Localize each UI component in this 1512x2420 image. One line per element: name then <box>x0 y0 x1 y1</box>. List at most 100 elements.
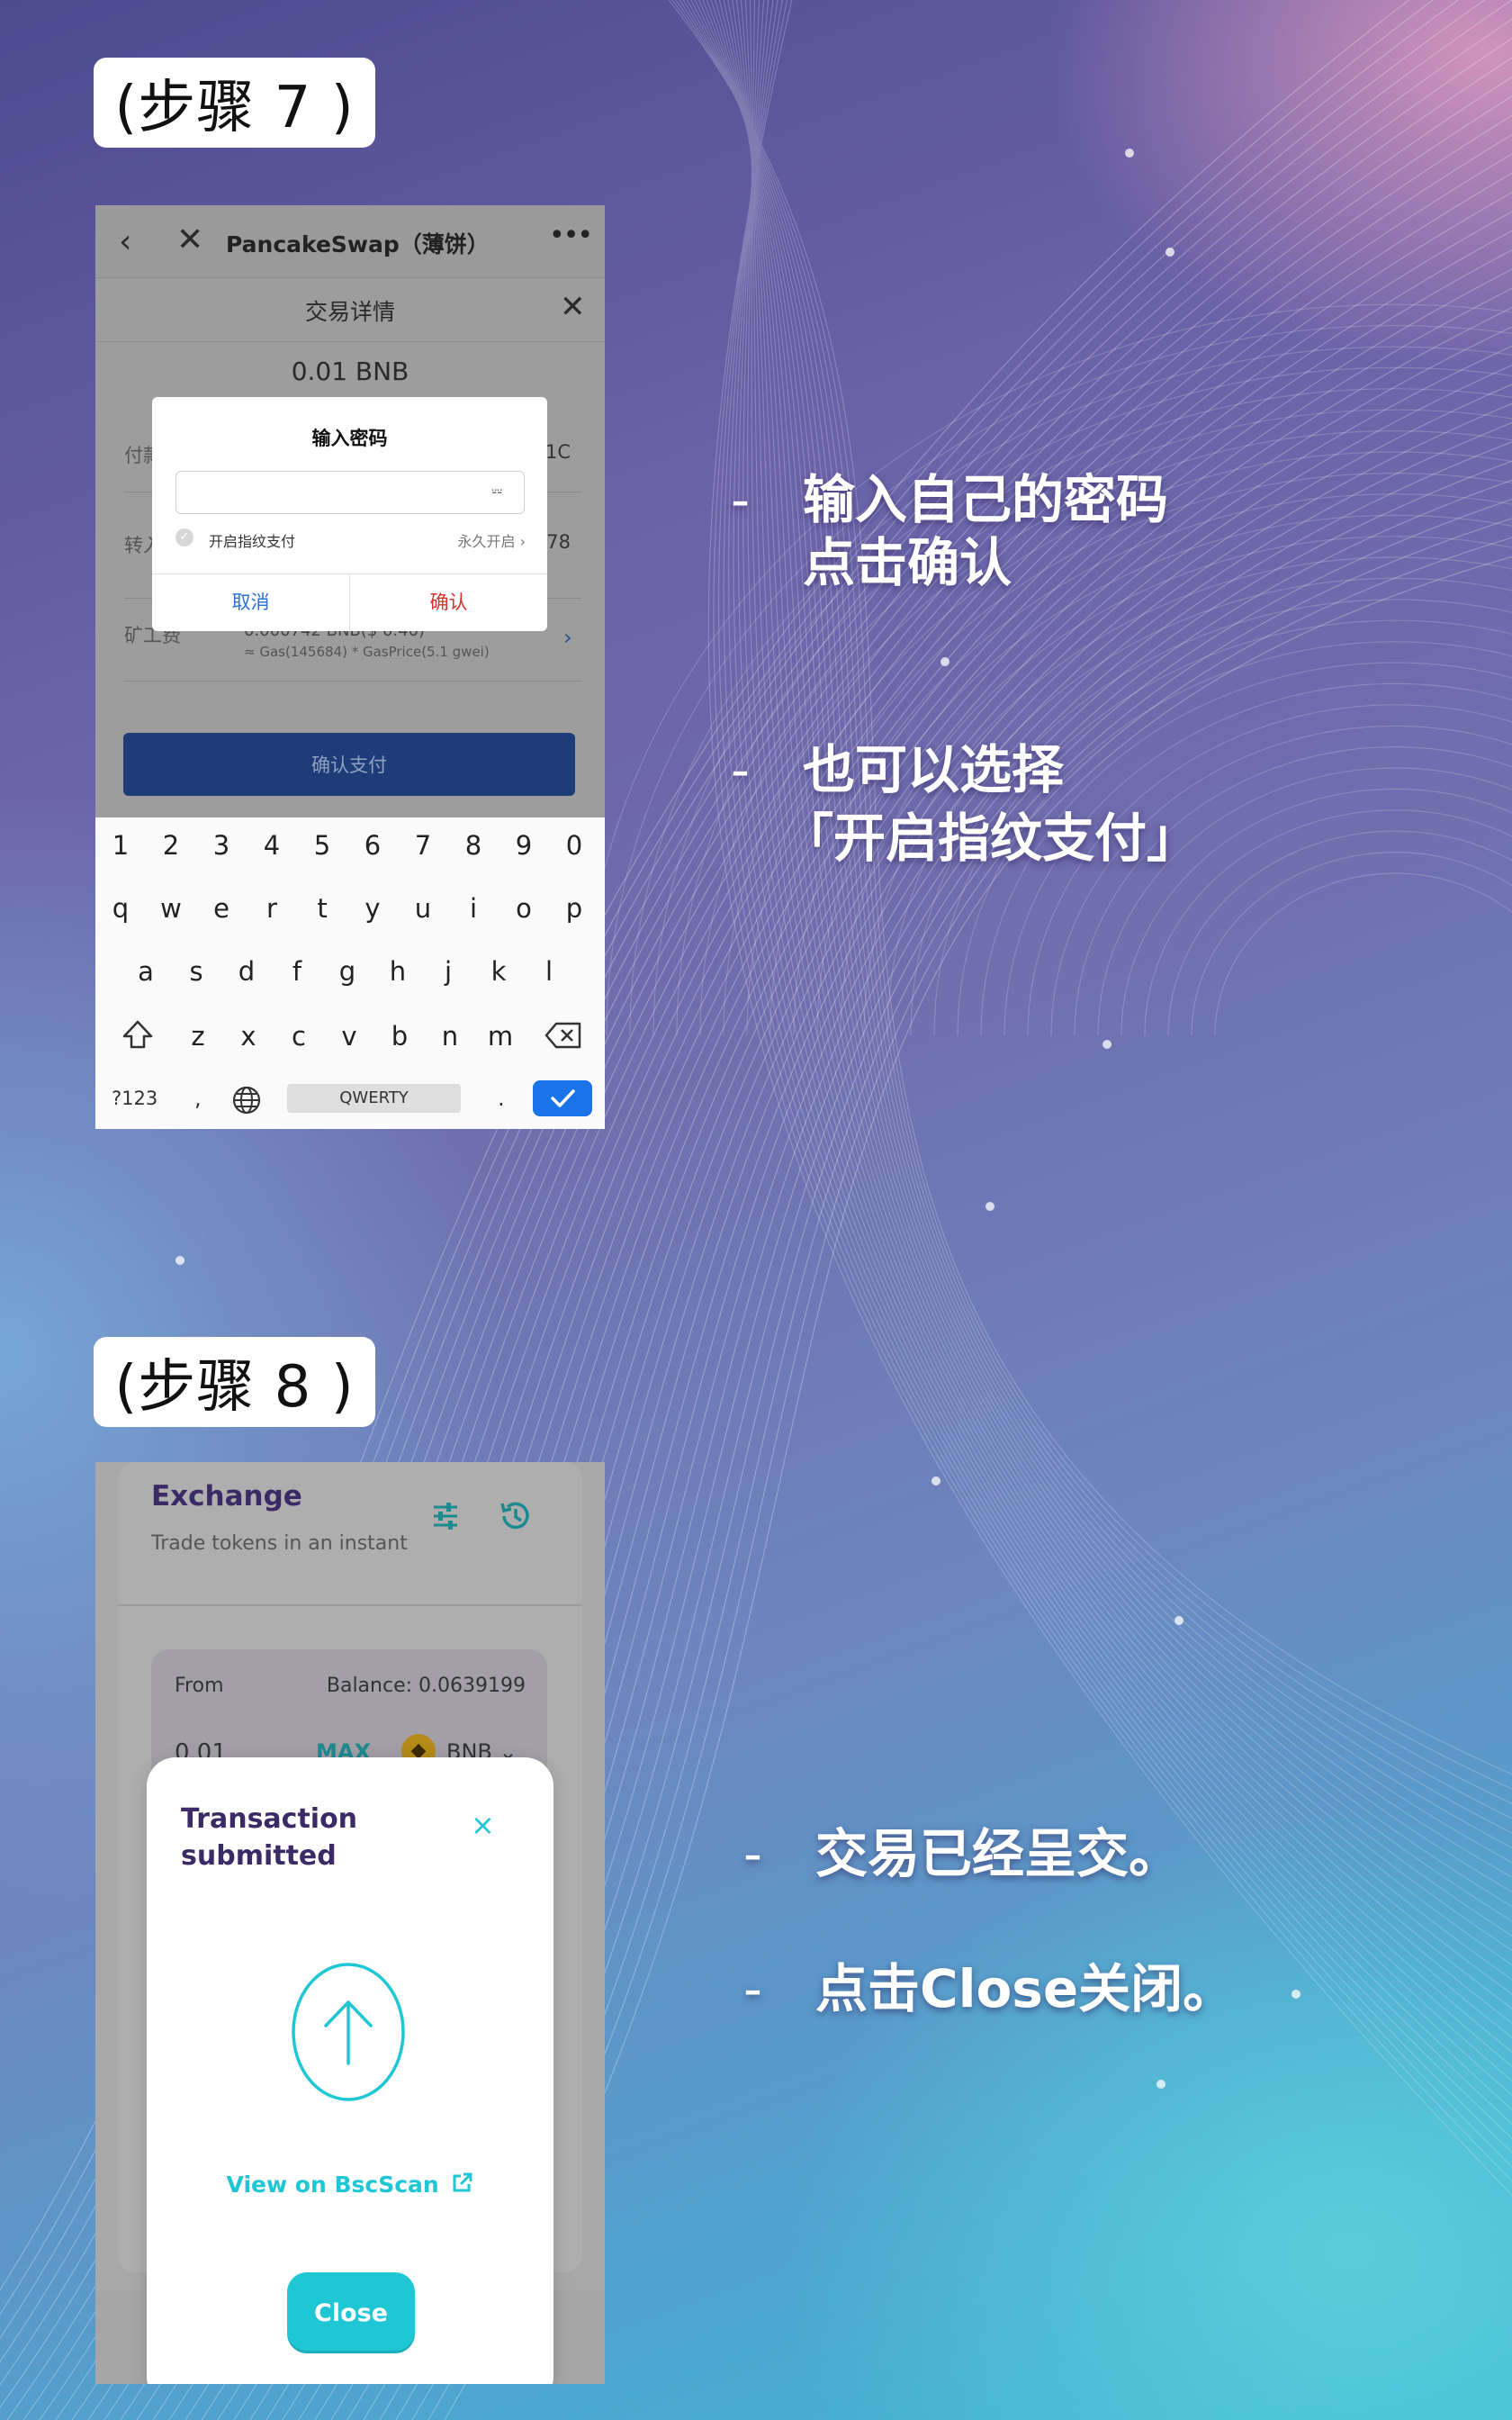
row-value-recipient: 78 <box>546 531 571 553</box>
soft-keyboard: 1234567890 qwertyuiop asdfghjkl zxcvbnm … <box>95 817 605 1129</box>
transaction-details-sheet: ‹ ✕ PancakeSwap（薄饼） ••• 交易详情 ✕ 0.01 BNB … <box>95 205 605 817</box>
modal-title: Transaction submitted <box>181 1803 358 1872</box>
transaction-submitted-modal: Transaction submitted × View on BscScan … <box>147 1757 554 2384</box>
key-s[interactable]: s <box>171 956 221 987</box>
checkmark-icon[interactable]: ✓ <box>176 528 194 546</box>
bullet-dash: - <box>743 1958 762 2019</box>
gas-fee-detail: ≈ Gas(145684) * GasPrice(5.1 gwei) <box>244 644 490 660</box>
back-icon[interactable]: ‹ <box>119 223 131 260</box>
key-o[interactable]: o <box>499 893 549 924</box>
key-j[interactable]: j <box>423 956 473 987</box>
transfer-amount: 0.01 BNB <box>291 357 410 386</box>
symbols-key[interactable]: ?123 <box>112 1088 158 1109</box>
key-u[interactable]: u <box>398 893 448 924</box>
globe-icon[interactable] <box>230 1084 263 1116</box>
key-e[interactable]: e <box>196 893 247 924</box>
sheet-close-icon[interactable]: ✕ <box>560 289 586 325</box>
step-7-label: (步骤 7 ) <box>94 58 375 148</box>
step-8-bullet-2: - 点击Close关闭。 <box>743 1955 1373 2027</box>
key-l[interactable]: l <box>524 956 574 987</box>
key-q[interactable]: q <box>95 893 146 924</box>
key-i[interactable]: i <box>448 893 499 924</box>
checkmark-icon <box>551 1089 575 1107</box>
period-key[interactable]: . <box>498 1086 505 1111</box>
shift-icon[interactable] <box>121 1019 155 1050</box>
close-icon[interactable]: ✕ <box>176 221 203 258</box>
key-0[interactable]: 0 <box>549 830 599 861</box>
key-r[interactable]: r <box>247 893 297 924</box>
hide-password-icon[interactable]: ⸚⸚ <box>491 481 502 502</box>
key-6[interactable]: 6 <box>347 830 398 861</box>
step-7-bullet-2: - 也可以选择 「开启指纹支付」 <box>731 736 1361 880</box>
confirm-pay-button[interactable]: 确认支付 <box>123 733 575 796</box>
chevron-right-icon[interactable]: › <box>563 625 572 650</box>
bullet-line: 输入自己的密码 <box>803 469 1169 530</box>
key-7[interactable]: 7 <box>398 830 448 861</box>
bullet-dash: - <box>731 739 750 800</box>
key-g[interactable]: g <box>322 956 373 987</box>
chevron-right-icon: › <box>519 533 526 550</box>
key-c[interactable]: c <box>274 1021 324 1052</box>
external-link-icon <box>453 2172 472 2192</box>
step-7-bullet-1: - 输入自己的密码 点击确认 <box>731 466 1361 610</box>
exchange-subtitle: Trade tokens in an instant <box>151 1532 408 1555</box>
key-2[interactable]: 2 <box>146 830 196 861</box>
close-icon[interactable]: × <box>471 1808 495 1842</box>
key-v[interactable]: v <box>324 1021 374 1052</box>
comma-key[interactable]: , <box>194 1086 202 1111</box>
bullet-line: 点击确认 <box>803 532 1012 593</box>
bullet-text: 点击Close关闭。 <box>815 1958 1236 2019</box>
key-y[interactable]: y <box>347 893 398 924</box>
key-w[interactable]: w <box>146 893 196 924</box>
arrow-up-circle-icon <box>292 1963 405 2101</box>
bullet-dash: - <box>743 1823 762 1884</box>
row-value-payer: 1C <box>544 441 571 463</box>
key-1[interactable]: 1 <box>95 830 146 861</box>
key-4[interactable]: 4 <box>247 830 297 861</box>
cancel-button[interactable]: 取消 <box>152 573 349 631</box>
space-key[interactable]: QWERTY <box>287 1084 461 1113</box>
key-5[interactable]: 5 <box>297 830 347 861</box>
close-button[interactable]: Close <box>287 2272 415 2353</box>
exchange-title: Exchange <box>151 1480 302 1512</box>
view-on-bscscan-link[interactable]: View on BscScan <box>147 2172 554 2198</box>
key-n[interactable]: n <box>425 1021 475 1052</box>
key-b[interactable]: b <box>374 1021 425 1052</box>
settings-sliders-icon[interactable] <box>430 1500 461 1532</box>
password-dialog: 输入密码 ⸚⸚ ✓ 开启指纹支付 永久开启 › 取消 确认 <box>152 397 547 631</box>
bullet-line: 也可以选择 <box>803 739 1065 800</box>
sheet-title: 交易详情 <box>304 299 395 325</box>
key-f[interactable]: f <box>272 956 322 987</box>
from-label: From <box>175 1675 224 1697</box>
app-nav-bar: ‹ ✕ PancakeSwap（薄饼） ••• <box>95 205 605 277</box>
key-t[interactable]: t <box>297 893 347 924</box>
key-8[interactable]: 8 <box>448 830 499 861</box>
history-icon[interactable] <box>497 1498 533 1534</box>
key-a[interactable]: a <box>121 956 171 987</box>
fingerprint-enable-link[interactable]: 永久开启 › <box>457 529 526 551</box>
key-9[interactable]: 9 <box>499 830 549 861</box>
nav-title: PancakeSwap（薄饼） <box>226 231 490 257</box>
more-icon[interactable]: ••• <box>549 220 593 251</box>
enter-key[interactable] <box>533 1080 592 1116</box>
backspace-icon[interactable] <box>544 1021 583 1050</box>
key-z[interactable]: z <box>173 1021 223 1052</box>
balance-text: Balance: 0.0639199 <box>326 1675 526 1697</box>
key-h[interactable]: h <box>373 956 423 987</box>
key-k[interactable]: k <box>473 956 524 987</box>
step-8-bullet-1: - 交易已经呈交。 <box>743 1820 1373 1892</box>
divider <box>118 1604 582 1606</box>
password-input[interactable]: ⸚⸚ <box>176 471 525 514</box>
confirm-button[interactable]: 确认 <box>350 573 547 631</box>
key-p[interactable]: p <box>549 893 599 924</box>
key-d[interactable]: d <box>221 956 272 987</box>
dialog-title: 输入密码 <box>311 428 388 449</box>
key-3[interactable]: 3 <box>196 830 247 861</box>
key-x[interactable]: x <box>223 1021 274 1052</box>
key-m[interactable]: m <box>475 1021 526 1052</box>
step-8-label: (步骤 8 ) <box>94 1337 375 1427</box>
link-text: View on BscScan <box>226 2172 439 2198</box>
fingerprint-pay-label[interactable]: 开启指纹支付 <box>209 529 295 551</box>
sheet-header: 交易详情 ✕ <box>95 277 605 342</box>
step-8-screenshot: Exchange Trade tokens in an instant From… <box>95 1462 605 2384</box>
